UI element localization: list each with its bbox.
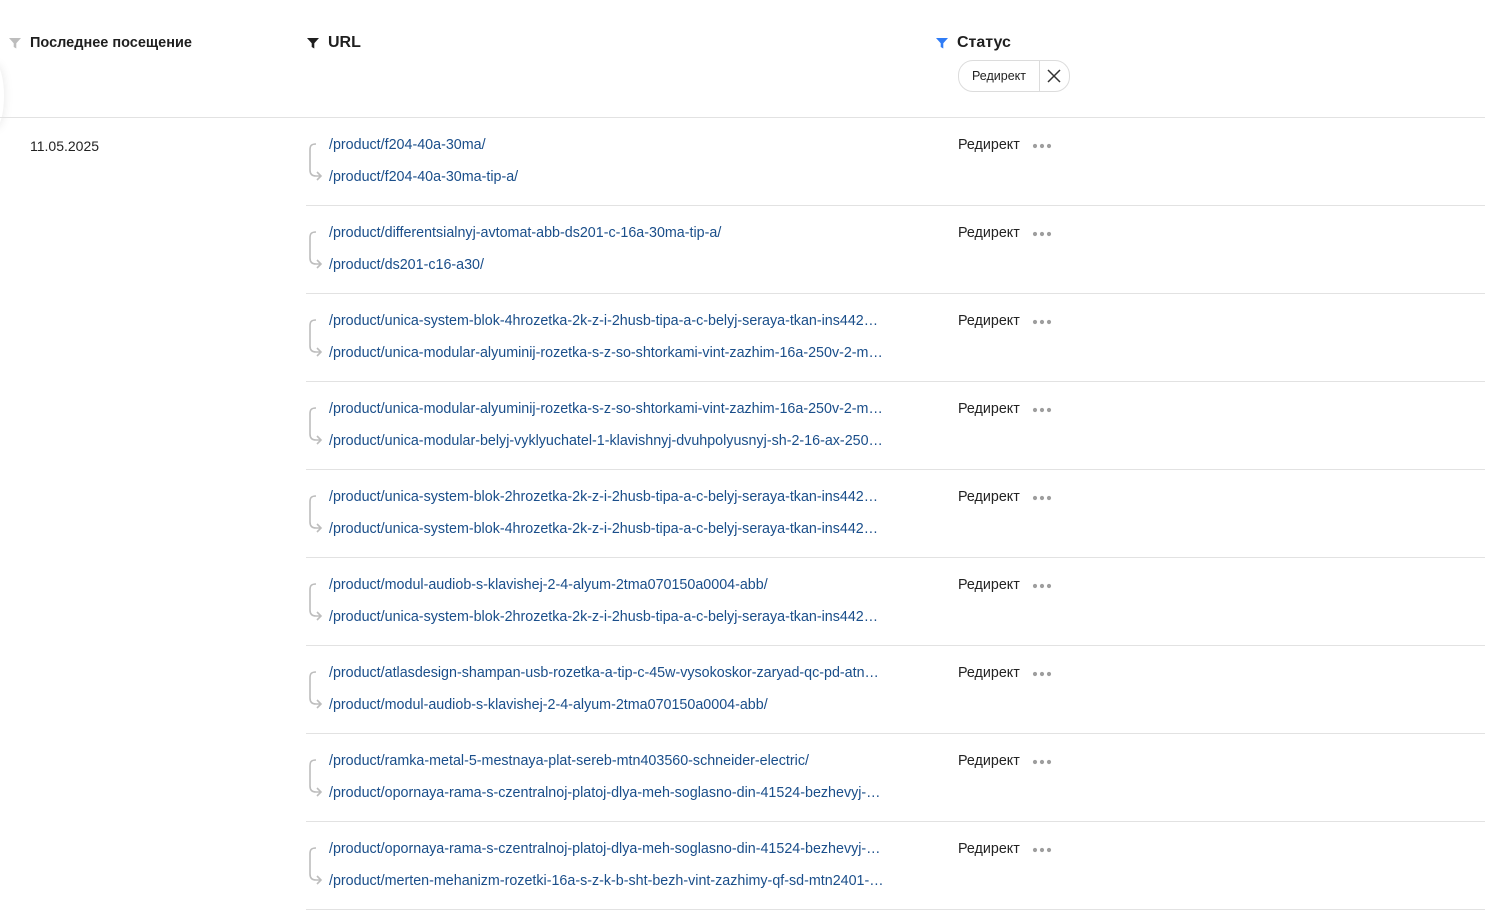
- more-dots-icon: [1032, 143, 1052, 149]
- target-url-link[interactable]: /product/opornaya-rama-s-czentralnoj-pla…: [329, 785, 926, 801]
- row-actions-button[interactable]: [1032, 490, 1052, 506]
- column-url-label: URL: [328, 34, 361, 51]
- status-filter-chip-label: Редирект: [972, 69, 1026, 83]
- table-row: /product/atlasdesign-shampan-usb-rozetka…: [306, 646, 1485, 734]
- table-row: /product/unica-system-blok-4hrozetka-2k-…: [306, 294, 1485, 382]
- source-url-link[interactable]: /product/ramka-metal-5-mestnaya-plat-ser…: [329, 753, 926, 769]
- redirect-arrow-icon: [309, 231, 323, 269]
- row-actions-button[interactable]: [1032, 666, 1052, 682]
- more-dots-icon: [1032, 407, 1052, 413]
- status-value: Редирект: [958, 401, 1020, 417]
- target-url-link[interactable]: /product/merten-mehanizm-rozetki-16a-s-z…: [329, 873, 926, 889]
- redirect-arrow-icon: [309, 759, 323, 797]
- more-dots-icon: [1032, 759, 1052, 765]
- active-filter-icon[interactable]: [935, 36, 949, 50]
- more-dots-icon: [1032, 671, 1052, 677]
- column-status-label: Статус: [957, 34, 1011, 51]
- redirects-list: /product/f204-40a-30ma/ /product/f204-40…: [306, 118, 1485, 910]
- target-url-link[interactable]: /product/unica-system-blok-2hrozetka-2k-…: [329, 609, 926, 625]
- target-url-link[interactable]: /product/ds201-c16-a30/: [329, 257, 926, 273]
- redirects-table-page: Последнее посещение URL Статус Редирект …: [0, 0, 1485, 917]
- column-last-visit[interactable]: Последнее посещение: [8, 35, 192, 51]
- source-url-link[interactable]: /product/unica-modular-alyuminij-rozetka…: [329, 401, 926, 417]
- more-dots-icon: [1032, 583, 1052, 589]
- redirect-arrow-icon: [309, 143, 323, 181]
- table-row: /product/modul-audiob-s-klavishej-2-4-al…: [306, 558, 1485, 646]
- status-value: Редирект: [958, 225, 1020, 241]
- table-row: /product/f204-40a-30ma/ /product/f204-40…: [306, 118, 1485, 206]
- status-value: Редирект: [958, 753, 1020, 769]
- row-actions-button[interactable]: [1032, 754, 1052, 770]
- status-value: Редирект: [958, 841, 1020, 857]
- table-row: /product/unica-modular-alyuminij-rozetka…: [306, 382, 1485, 470]
- redirect-arrow-icon: [309, 847, 323, 885]
- more-dots-icon: [1032, 319, 1052, 325]
- redirect-arrow-icon: [309, 583, 323, 621]
- row-actions-button[interactable]: [1032, 402, 1052, 418]
- source-url-link[interactable]: /product/unica-system-blok-2hrozetka-2k-…: [329, 489, 926, 505]
- source-url-link[interactable]: /product/differentsialnyj-avtomat-abb-ds…: [329, 225, 926, 241]
- redirect-arrow-icon: [309, 319, 323, 357]
- table-row: /product/opornaya-rama-s-czentralnoj-pla…: [306, 822, 1485, 910]
- last-visit-date: 11.05.2025: [30, 138, 100, 154]
- column-last-visit-label: Последнее посещение: [30, 35, 192, 51]
- redirect-arrow-icon: [309, 671, 323, 709]
- more-dots-icon: [1032, 847, 1052, 853]
- status-value: Редирект: [958, 489, 1020, 505]
- more-dots-icon: [1032, 495, 1052, 501]
- table-row: /product/ramka-metal-5-mestnaya-plat-ser…: [306, 734, 1485, 822]
- source-url-link[interactable]: /product/atlasdesign-shampan-usb-rozetka…: [329, 665, 926, 681]
- row-actions-button[interactable]: [1032, 226, 1052, 242]
- column-url[interactable]: URL: [306, 34, 361, 52]
- target-url-link[interactable]: /product/modul-audiob-s-klavishej-2-4-al…: [329, 697, 926, 713]
- status-filter-chip: Редирект: [958, 60, 1070, 92]
- source-url-link[interactable]: /product/unica-system-blok-4hrozetka-2k-…: [329, 313, 926, 329]
- source-url-link[interactable]: /product/f204-40a-30ma/: [329, 137, 926, 153]
- target-url-link[interactable]: /product/unica-modular-belyj-vyklyuchate…: [329, 433, 926, 449]
- close-icon: [1047, 69, 1062, 83]
- row-actions-button[interactable]: [1032, 578, 1052, 594]
- row-actions-button[interactable]: [1032, 314, 1052, 330]
- source-url-link[interactable]: /product/opornaya-rama-s-czentralnoj-pla…: [329, 841, 926, 857]
- filter-icon[interactable]: [306, 36, 320, 50]
- status-value: Редирект: [958, 665, 1020, 681]
- table-row: /product/differentsialnyj-avtomat-abb-ds…: [306, 206, 1485, 294]
- filter-icon[interactable]: [8, 36, 22, 50]
- table-row: /product/unica-system-blok-2hrozetka-2k-…: [306, 470, 1485, 558]
- more-dots-icon: [1032, 231, 1052, 237]
- target-url-link[interactable]: /product/unica-system-blok-4hrozetka-2k-…: [329, 521, 926, 537]
- redirect-arrow-icon: [309, 495, 323, 533]
- redirect-arrow-icon: [309, 407, 323, 445]
- remove-filter-button[interactable]: [1038, 61, 1069, 91]
- target-url-link[interactable]: /product/f204-40a-30ma-tip-a/: [329, 169, 926, 185]
- row-actions-button[interactable]: [1032, 842, 1052, 858]
- source-url-link[interactable]: /product/modul-audiob-s-klavishej-2-4-al…: [329, 577, 926, 593]
- status-value: Редирект: [958, 137, 1020, 153]
- target-url-link[interactable]: /product/unica-modular-alyuminij-rozetka…: [329, 345, 926, 361]
- status-value: Редирект: [958, 313, 1020, 329]
- status-value: Редирект: [958, 577, 1020, 593]
- row-actions-button[interactable]: [1032, 138, 1052, 154]
- table-header: Последнее посещение URL Статус Редирект: [0, 0, 1485, 118]
- column-status[interactable]: Статус: [935, 34, 1011, 52]
